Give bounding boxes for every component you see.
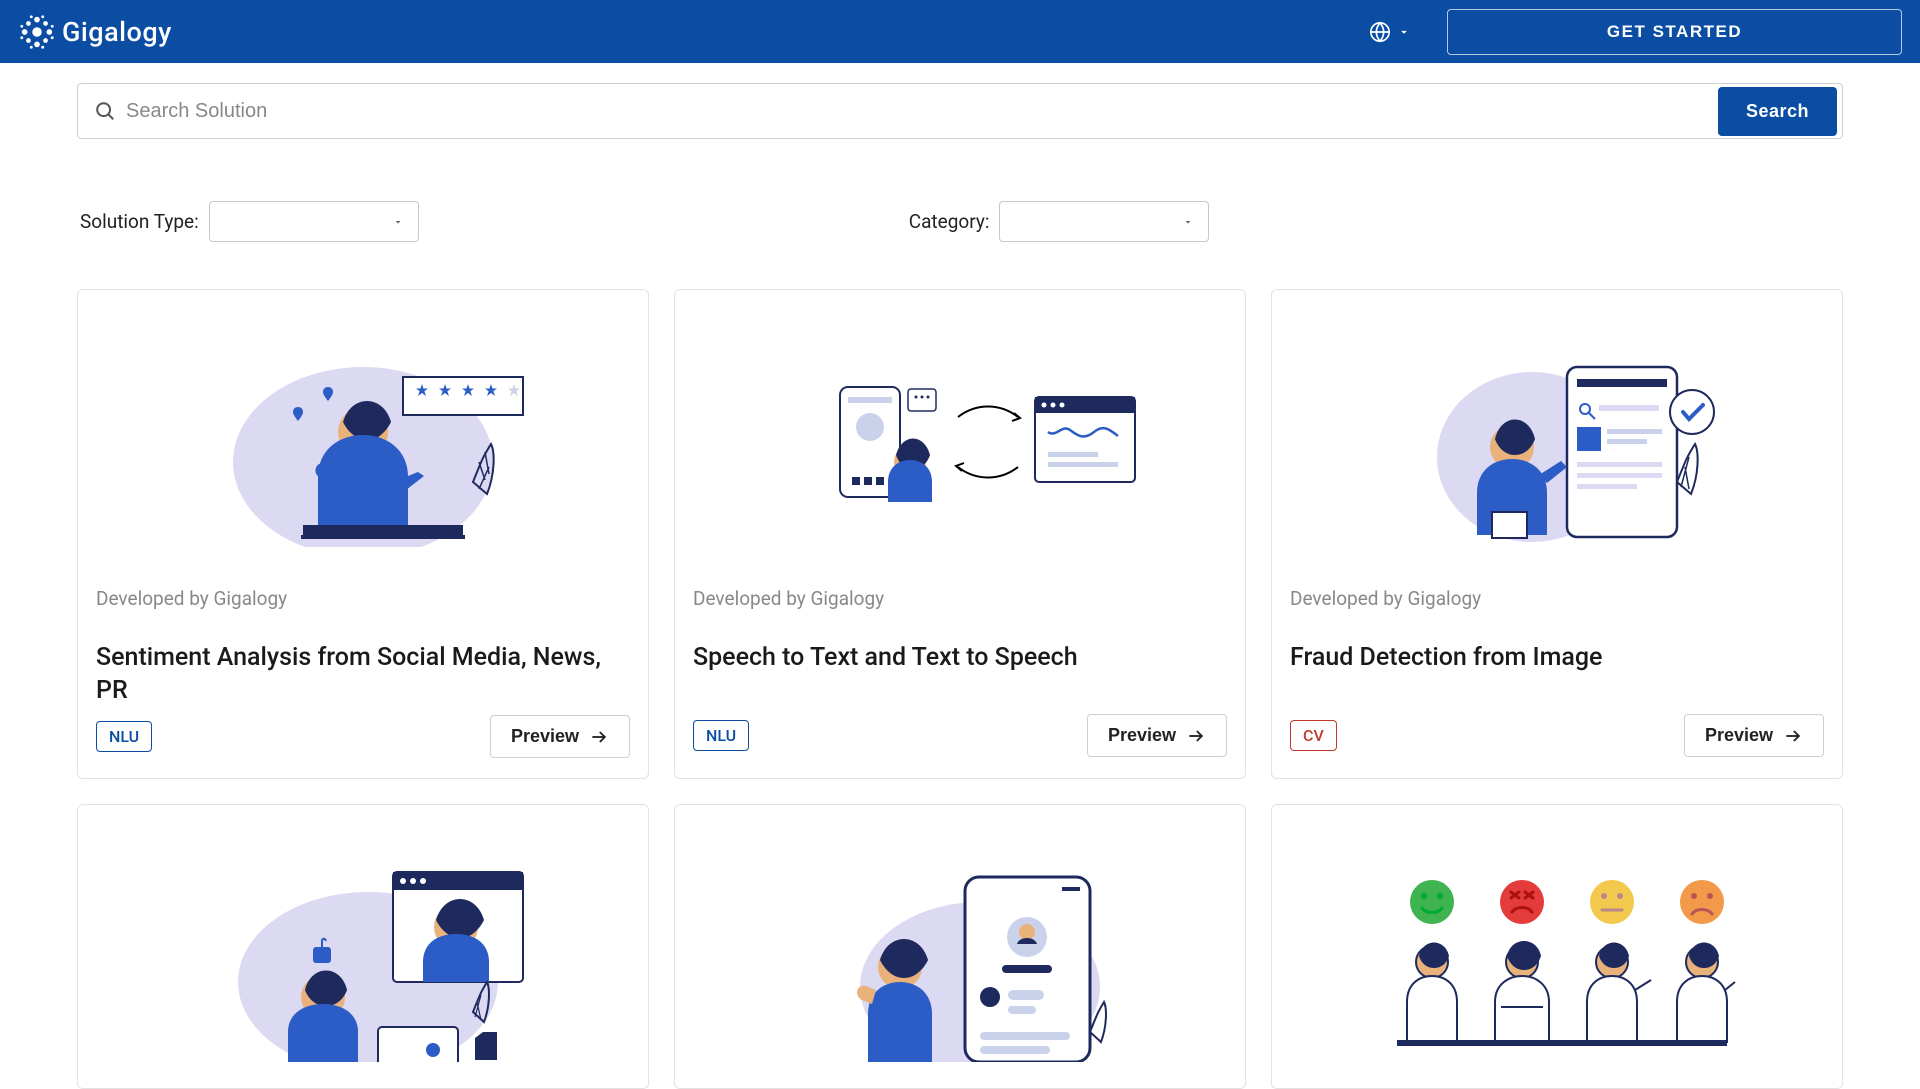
solution-type-select[interactable] <box>209 201 419 242</box>
card-illustration <box>1272 805 1842 1088</box>
solution-card[interactable] <box>1271 804 1843 1089</box>
card-illustration <box>675 805 1245 1088</box>
developed-by: Developed by Gigalogy <box>693 587 1227 610</box>
card-title: Fraud Detection from Image <box>1290 642 1824 706</box>
developed-by: Developed by Gigalogy <box>1290 587 1824 610</box>
card-illustration <box>1272 290 1842 573</box>
search-icon <box>94 100 116 122</box>
search-input[interactable] <box>116 100 1718 123</box>
preview-label: Preview <box>1705 725 1773 746</box>
solution-card[interactable]: Developed by Gigalogy Speech to Text and… <box>674 289 1246 779</box>
preview-button[interactable]: Preview <box>490 715 630 758</box>
search-button[interactable]: Search <box>1718 87 1837 136</box>
brand-name: Gigalogy <box>62 16 172 48</box>
brand-logo-icon <box>18 13 56 51</box>
globe-icon <box>1369 21 1391 43</box>
tag-nlu: NLU <box>693 720 749 751</box>
preview-button[interactable]: Preview <box>1684 714 1824 757</box>
card-illustration <box>675 290 1245 573</box>
header: Gigalogy GET STARTED <box>0 0 1920 63</box>
language-selector[interactable] <box>1369 21 1411 43</box>
preview-button[interactable]: Preview <box>1087 714 1227 757</box>
solution-card[interactable]: Developed by Gigalogy Fraud Detection fr… <box>1271 289 1843 779</box>
card-illustration <box>78 290 648 573</box>
solution-card[interactable]: Developed by Gigalogy Sentiment Analysis… <box>77 289 649 779</box>
arrow-right-icon <box>1783 726 1803 746</box>
tag-cv: CV <box>1290 720 1337 751</box>
solution-card[interactable] <box>674 804 1246 1089</box>
solution-type-label: Solution Type: <box>80 210 199 233</box>
arrow-right-icon <box>589 727 609 747</box>
chevron-down-icon <box>1182 216 1194 228</box>
category-select[interactable] <box>999 201 1209 242</box>
filters: Solution Type: Category: <box>77 201 1843 242</box>
card-title: Sentiment Analysis from Social Media, Ne… <box>96 642 630 707</box>
tag-nlu: NLU <box>96 721 152 752</box>
category-label: Category: <box>909 210 990 233</box>
preview-label: Preview <box>1108 725 1176 746</box>
solution-card[interactable] <box>77 804 649 1089</box>
card-title: Speech to Text and Text to Speech <box>693 642 1227 706</box>
chevron-down-icon <box>1397 25 1411 39</box>
arrow-right-icon <box>1186 726 1206 746</box>
card-illustration <box>78 805 648 1088</box>
get-started-button[interactable]: GET STARTED <box>1447 9 1902 55</box>
developed-by: Developed by Gigalogy <box>96 587 630 610</box>
search-bar: Search <box>77 83 1843 139</box>
preview-label: Preview <box>511 726 579 747</box>
brand[interactable]: Gigalogy <box>18 13 172 51</box>
chevron-down-icon <box>392 216 404 228</box>
solutions-grid: Developed by Gigalogy Sentiment Analysis… <box>77 289 1843 1089</box>
